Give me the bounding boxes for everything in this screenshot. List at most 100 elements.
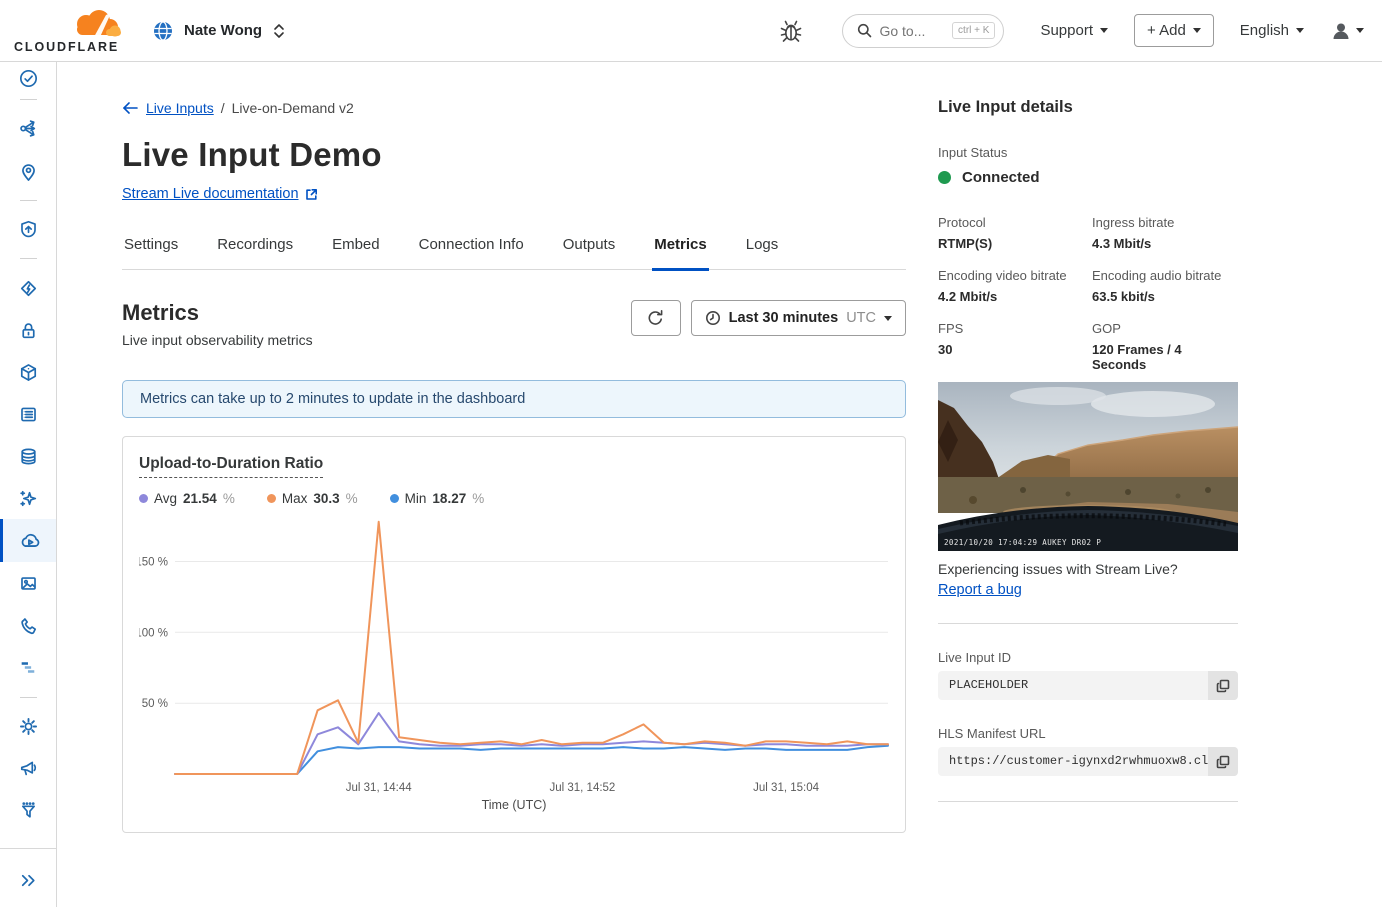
legend-item-max[interactable]: Max 30.3 % [267, 491, 358, 506]
sidebar-item-sparkles[interactable] [0, 480, 56, 516]
tab-recordings[interactable]: Recordings [215, 236, 295, 269]
left-nav-sidebar [0, 62, 57, 907]
legend-dot-min [390, 494, 399, 503]
sidebar-item-lock[interactable] [0, 312, 56, 348]
svg-text:50 %: 50 % [142, 698, 168, 710]
arrow-left-icon [122, 101, 139, 115]
search-input[interactable] [879, 23, 945, 39]
search-icon [857, 23, 872, 38]
breadcrumb: Live Inputs / Live-on-Demand v2 [122, 100, 906, 116]
report-bug-link[interactable]: Report a bug [938, 582, 1022, 598]
stream-issues-question: Experiencing issues with Stream Live? [938, 561, 1238, 577]
sidebar-item-stream-active[interactable] [0, 519, 56, 562]
user-menu[interactable] [1330, 20, 1364, 42]
sidebar-item-layers-bolt[interactable] [0, 270, 56, 306]
sidebar-item-shield-refresh[interactable] [0, 211, 56, 247]
copy-hls-url-button[interactable] [1208, 747, 1238, 776]
legend-item-min[interactable]: Min 18.27 % [390, 491, 485, 506]
sidebar-item-gear[interactable] [0, 708, 56, 744]
add-button[interactable]: + Add [1134, 14, 1214, 47]
tab-connection-info[interactable]: Connection Info [417, 236, 526, 269]
sidebar-item-clock-check[interactable] [0, 60, 56, 96]
sidebar-divider [20, 200, 37, 201]
refresh-button[interactable] [631, 300, 681, 336]
metrics-heading: Metrics [122, 300, 313, 326]
details-grid: Protocol RTMP(S) Ingress bitrate 4.3 Mbi… [938, 215, 1238, 372]
support-menu[interactable]: Support [1040, 22, 1108, 39]
tab-metrics[interactable]: Metrics [652, 236, 709, 271]
sidebar-item-phone[interactable] [0, 607, 56, 643]
time-zone-label: UTC [846, 310, 876, 326]
video-preview-frame: 2021/10/20 17:04:29 AUKEY DR02 P [938, 382, 1238, 551]
sidebar-item-funnel[interactable] [0, 792, 56, 828]
share-nodes-icon [18, 118, 39, 139]
sidebar-item-server-box[interactable] [0, 396, 56, 432]
bug-report-icon[interactable] [778, 17, 804, 45]
svg-text:150 %: 150 % [139, 557, 168, 569]
sidebar-item-map-pin[interactable] [0, 154, 56, 190]
copy-live-input-id-button[interactable] [1208, 671, 1238, 700]
tab-outputs[interactable]: Outputs [561, 236, 618, 269]
megaphone-icon [18, 758, 39, 779]
line-chart[interactable]: 50 %100 %150 %Jul 31, 14:44Jul 31, 14:52… [139, 514, 890, 796]
stream-docs-link[interactable]: Stream Live documentation [122, 186, 299, 202]
map-pin-icon [18, 162, 39, 183]
chevron-up-down-icon [272, 22, 286, 40]
sidebar-item-image[interactable] [0, 565, 56, 601]
chart-title[interactable]: Upload-to-Duration Ratio [139, 455, 323, 478]
brand-wordmark: CLOUDFLARE [14, 40, 119, 54]
shield-refresh-icon [18, 219, 39, 240]
tab-logs[interactable]: Logs [744, 236, 781, 269]
live-input-id-label: Live Input ID [938, 650, 1238, 665]
server-box-icon [18, 404, 39, 425]
live-video-preview[interactable]: 2021/10/20 17:04:29 AUKEY DR02 P [938, 382, 1238, 551]
metrics-subheading: Live input observability metrics [122, 332, 313, 348]
time-range-selector[interactable]: Last 30 minutes UTC [691, 300, 906, 336]
sidebar-divider [20, 258, 37, 259]
sidebar-collapse-button[interactable] [0, 862, 56, 898]
lock-icon [18, 320, 39, 341]
live-input-id-value: PLACEHOLDER [938, 671, 1208, 700]
tab-embed[interactable]: Embed [330, 236, 382, 269]
breadcrumb-back-link[interactable]: Live Inputs [146, 100, 214, 116]
cloud-play-icon [19, 530, 41, 552]
metrics-heading-block: Metrics Live input observability metrics [122, 300, 313, 348]
main-content: Live Inputs / Live-on-Demand v2 Live Inp… [122, 62, 906, 833]
double-chevron-right-icon [18, 870, 39, 891]
metrics-header-row: Metrics Live input observability metrics… [122, 300, 906, 348]
detail-fps: FPS 30 [938, 321, 1092, 372]
image-icon [18, 573, 39, 594]
details-heading: Live Input details [938, 98, 1238, 117]
sidebar-item-database[interactable] [0, 438, 56, 474]
svg-text:Jul 31, 14:52: Jul 31, 14:52 [549, 782, 615, 794]
sidebar-item-share-nodes[interactable] [0, 110, 56, 146]
metrics-controls: Last 30 minutes UTC [631, 300, 906, 336]
caret-down-icon [1100, 28, 1108, 33]
cloudflare-cloud-icon [77, 10, 121, 37]
cloudflare-logo[interactable]: CLOUDFLARE [14, 7, 126, 55]
caret-down-icon [884, 316, 892, 321]
global-search[interactable]: ctrl + K [842, 14, 1004, 48]
tab-settings[interactable]: Settings [122, 236, 180, 269]
language-menu[interactable]: English [1240, 22, 1304, 39]
cloudflare-dashboard: { "header": { "brand": "CLOUDFLARE", "ac… [0, 0, 1382, 907]
panel-divider [938, 623, 1238, 624]
sidebar-bottom-divider [0, 848, 56, 849]
sidebar-item-queue-bars[interactable] [0, 649, 56, 685]
chart-card: Upload-to-Duration Ratio Avg 21.54 % Max… [122, 436, 906, 833]
header-actions: ctrl + K Support + Add English [778, 14, 1364, 48]
refresh-icon [646, 309, 665, 328]
phone-icon [18, 615, 39, 636]
video-timestamp-overlay: 2021/10/20 17:04:29 AUKEY DR02 P [944, 538, 1101, 547]
caret-down-icon [1356, 28, 1364, 33]
account-selector[interactable]: Nate Wong [152, 20, 286, 42]
sidebar-item-megaphone[interactable] [0, 750, 56, 786]
legend-item-avg[interactable]: Avg 21.54 % [139, 491, 235, 506]
live-input-details-panel: Live Input details Input Status Connecte… [938, 62, 1238, 802]
sidebar-item-cube[interactable] [0, 354, 56, 390]
database-icon [18, 446, 39, 467]
external-link-icon [305, 188, 318, 201]
queue-bars-icon [18, 657, 39, 678]
breadcrumb-current: Live-on-Demand v2 [232, 100, 354, 116]
detail-audio-bitrate: Encoding audio bitrate 63.5 kbit/s [1092, 268, 1238, 304]
